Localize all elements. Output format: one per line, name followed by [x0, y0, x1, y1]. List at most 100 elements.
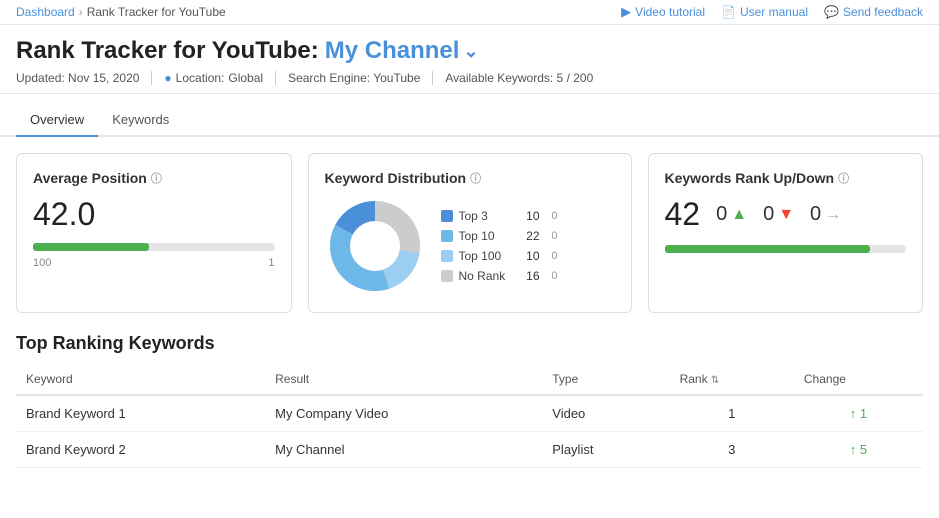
meta-keywords: Available Keywords: 5 / 200 — [433, 71, 605, 85]
rank-down-group: 0 ▼ — [763, 203, 794, 226]
rank-up-value: 0 — [716, 203, 727, 226]
cell-keyword: Brand Keyword 2 — [16, 432, 265, 468]
col-change: Change — [794, 364, 923, 395]
tab-overview[interactable]: Overview — [16, 104, 98, 137]
page-title-prefix: Rank Tracker for YouTube: — [16, 37, 319, 65]
legend-val-top10: 22 — [520, 229, 540, 243]
up-arrow-icon: ▲ — [731, 206, 747, 224]
meta-keywords-text: Available Keywords: 5 / 200 — [445, 71, 593, 85]
legend-change-top100: 0 — [546, 250, 558, 262]
breadcrumb-current: Rank Tracker for YouTube — [87, 5, 226, 19]
avg-position-labels: 100 1 — [33, 257, 275, 269]
legend-dot-top100 — [441, 250, 453, 262]
globe-icon: ● — [164, 71, 171, 85]
meta-row: Updated: Nov 15, 2020 ● Location: Global… — [16, 71, 923, 85]
legend-change-top3: 0 — [546, 210, 558, 222]
channel-name-button[interactable]: My Channel ⌄ — [325, 37, 479, 65]
video-tutorial-link[interactable]: ▶ Video tutorial — [621, 4, 705, 20]
chevron-down-icon: ⌄ — [463, 41, 478, 62]
page-header: Rank Tracker for YouTube: My Channel ⌄ U… — [0, 25, 939, 93]
table-row: Brand Keyword 2 My Channel Playlist 3 ↑ … — [16, 432, 923, 468]
meta-location-value: Global — [228, 71, 263, 85]
legend-label-top10: Top 10 — [459, 229, 514, 243]
legend-dot-top3 — [441, 210, 453, 222]
rank-updown-info-icon[interactable]: ⓘ — [838, 170, 849, 186]
avg-position-title-text: Average Position — [33, 170, 147, 186]
tab-keywords[interactable]: Keywords — [98, 104, 183, 137]
avg-position-bar — [33, 243, 275, 251]
legend-top100: Top 100 10 0 — [441, 249, 558, 263]
cell-type: Video — [542, 395, 669, 432]
rank-updown-values: 42 0 ▲ 0 ▼ 0 → — [665, 196, 907, 233]
rank-updown-title: Keywords Rank Up/Down ⓘ — [665, 170, 907, 186]
rank-down-value: 0 — [763, 203, 774, 226]
right-arrow-icon: → — [825, 206, 841, 224]
user-manual-link[interactable]: 📄 User manual — [721, 5, 808, 19]
meta-location: ● Location: Global — [152, 71, 276, 85]
table-row: Brand Keyword 1 My Company Video Video 1… — [16, 395, 923, 432]
legend-top10: Top 10 22 0 — [441, 229, 558, 243]
col-result: Result — [265, 364, 542, 395]
breadcrumb: Dashboard › Rank Tracker for YouTube — [16, 5, 226, 19]
kd-legend: Top 3 10 0 Top 10 22 0 Top 100 10 0 — [441, 209, 558, 283]
video-tutorial-label: Video tutorial — [635, 5, 705, 19]
rank-updown-card: Keywords Rank Up/Down ⓘ 42 0 ▲ 0 ▼ 0 → — [648, 153, 924, 313]
cell-result: My Channel — [265, 432, 542, 468]
meta-search-engine: Search Engine: YouTube — [276, 71, 433, 85]
play-icon: ▶ — [621, 4, 631, 20]
legend-dot-norank — [441, 270, 453, 282]
rank-up-group: 0 ▲ — [716, 203, 747, 226]
legend-val-top100: 10 — [520, 249, 540, 263]
rank-same-group: 0 → — [810, 203, 841, 226]
down-arrow-icon: ▼ — [778, 206, 794, 224]
rank-same-value: 0 — [810, 203, 821, 226]
cell-change: ↑ 1 — [794, 395, 923, 432]
avg-position-title: Average Position ⓘ — [33, 170, 275, 186]
legend-label-top100: Top 100 — [459, 249, 514, 263]
send-feedback-link[interactable]: 💬 Send feedback — [824, 5, 923, 19]
table-header-row: Keyword Result Type Rank ⇅ Change — [16, 364, 923, 395]
tabs-bar: Overview Keywords — [0, 104, 939, 137]
progress-label-right: 1 — [268, 257, 274, 269]
top-ranking-table-wrapper: Keyword Result Type Rank ⇅ Change Brand … — [0, 364, 939, 468]
channel-name-text: My Channel — [325, 37, 460, 65]
col-type: Type — [542, 364, 669, 395]
top-actions: ▶ Video tutorial 📄 User manual 💬 Send fe… — [621, 4, 923, 20]
legend-change-top10: 0 — [546, 230, 558, 242]
cell-rank: 1 — [670, 395, 794, 432]
cell-rank: 3 — [670, 432, 794, 468]
avg-position-card: Average Position ⓘ 42.0 100 1 — [16, 153, 292, 313]
cell-keyword: Brand Keyword 1 — [16, 395, 265, 432]
kd-info-icon[interactable]: ⓘ — [470, 170, 481, 186]
legend-top3: Top 3 10 0 — [441, 209, 558, 223]
legend-val-top3: 10 — [520, 209, 540, 223]
progress-label-left: 100 — [33, 257, 51, 269]
meta-updated-text: Updated: Nov 15, 2020 — [16, 71, 139, 85]
col-keyword: Keyword — [16, 364, 265, 395]
feedback-icon: 💬 — [824, 5, 839, 19]
keyword-distribution-card: Keyword Distribution ⓘ — [308, 153, 632, 313]
legend-label-norank: No Rank — [459, 269, 514, 283]
keyword-distribution-title-text: Keyword Distribution — [325, 170, 467, 186]
cell-result: My Company Video — [265, 395, 542, 432]
donut-svg — [325, 196, 425, 296]
donut-chart — [325, 196, 425, 296]
top-ranking-title: Top Ranking Keywords — [0, 313, 939, 364]
legend-val-norank: 16 — [520, 269, 540, 283]
keyword-distribution-title: Keyword Distribution ⓘ — [325, 170, 615, 186]
col-rank[interactable]: Rank ⇅ — [670, 364, 794, 395]
legend-label-top3: Top 3 — [459, 209, 514, 223]
rank-updown-title-text: Keywords Rank Up/Down — [665, 170, 835, 186]
rank-total: 42 — [665, 196, 701, 233]
top-ranking-table: Keyword Result Type Rank ⇅ Change Brand … — [16, 364, 923, 468]
legend-norank: No Rank 16 0 — [441, 269, 558, 283]
breadcrumb-dashboard[interactable]: Dashboard — [16, 5, 75, 19]
kd-content: Top 3 10 0 Top 10 22 0 Top 100 10 0 — [325, 196, 615, 296]
user-manual-label: User manual — [740, 5, 808, 19]
cell-type: Playlist — [542, 432, 669, 468]
avg-position-info-icon[interactable]: ⓘ — [151, 170, 162, 186]
legend-dot-top10 — [441, 230, 453, 242]
avg-position-bar-fill — [33, 243, 149, 251]
avg-position-value: 42.0 — [33, 196, 275, 233]
legend-change-norank: 0 — [546, 270, 558, 282]
